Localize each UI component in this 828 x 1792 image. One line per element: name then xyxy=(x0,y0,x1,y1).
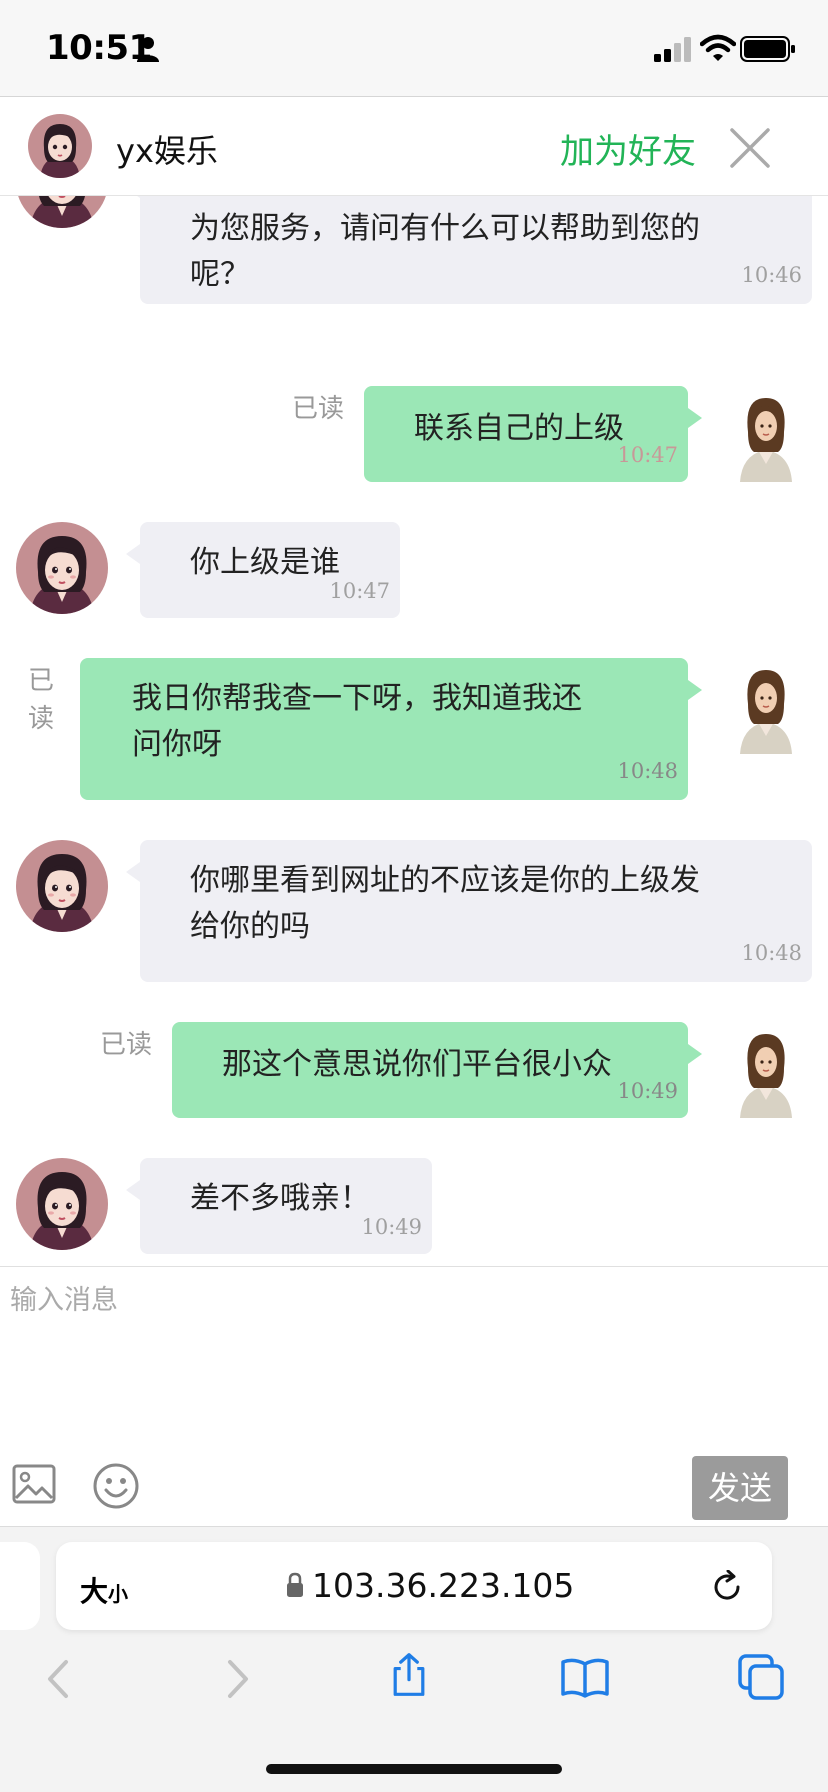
person-icon xyxy=(137,37,159,62)
user-avatar xyxy=(734,392,798,483)
message-bubble-right[interactable]: 那这个意思说你们平台很小众 10:49 xyxy=(172,1022,702,1118)
tabs-icon[interactable] xyxy=(736,1652,786,1702)
message-text: 呢？ xyxy=(190,257,250,292)
image-icon[interactable] xyxy=(12,1464,56,1504)
user-avatar xyxy=(734,664,798,755)
text-size-button[interactable]: 大小 xyxy=(80,1570,128,1610)
close-icon[interactable] xyxy=(728,126,772,170)
avatar-illustration-icon xyxy=(28,114,92,178)
message-time: 10:49 xyxy=(361,1215,422,1239)
bookmarks-icon[interactable] xyxy=(560,1654,610,1700)
message-text: 为您服务，请问有什么可以帮助到您的 xyxy=(190,211,700,246)
message-text: 我日你帮我查一下呀，我知道我还 xyxy=(132,681,582,716)
message-time: 10:47 xyxy=(329,579,390,603)
lock-icon xyxy=(287,1572,303,1597)
message-bubble-left[interactable]: 为您服务，请问有什么可以帮助到您的 呢？ 10:46 xyxy=(126,196,812,304)
back-icon[interactable] xyxy=(36,1656,82,1702)
agent-avatar xyxy=(16,1158,108,1250)
message-time: 10:49 xyxy=(617,1079,678,1103)
wifi-icon xyxy=(700,34,736,61)
message-time: 10:48 xyxy=(617,759,678,783)
url-text[interactable]: 103.36.223.105 xyxy=(312,1566,574,1605)
home-indicator[interactable] xyxy=(266,1764,562,1774)
reload-icon[interactable] xyxy=(710,1570,744,1604)
contact-avatar[interactable] xyxy=(28,114,92,178)
text-size-small: 小 xyxy=(108,1582,129,1606)
agent-avatar xyxy=(16,196,108,228)
message-bubble-left[interactable]: 差不多哦亲！ 10:49 xyxy=(126,1158,432,1254)
text-size-big: 大 xyxy=(80,1575,109,1608)
message-time: 10:47 xyxy=(617,443,678,467)
message-text: 你上级是谁 xyxy=(190,545,340,580)
forward-icon[interactable] xyxy=(214,1656,260,1702)
message-bubble-right[interactable]: 联系自己的上级 10:47 xyxy=(364,386,702,482)
emoji-icon[interactable] xyxy=(92,1462,140,1510)
message-list[interactable]: 为您服务，请问有什么可以帮助到您的 呢？ 10:46 已读 联系自己的上级 10… xyxy=(0,196,828,1266)
read-receipt: 已读 xyxy=(100,1030,153,1060)
cellular-signal-icon xyxy=(654,37,691,62)
message-text: 那这个意思说你们平台很小众 xyxy=(222,1047,612,1082)
chat-title: yx娱乐 xyxy=(116,132,218,170)
message-text: 给你的吗 xyxy=(190,909,310,944)
message-bubble-left[interactable]: 你哪里看到网址的不应该是你的上级发 给你的吗 10:48 xyxy=(126,840,812,982)
message-time: 10:48 xyxy=(741,941,802,965)
read-receipt: 已读 xyxy=(28,666,55,734)
user-avatar xyxy=(734,1028,798,1119)
agent-avatar xyxy=(16,522,108,614)
message-input[interactable]: 输入消息 xyxy=(10,1278,118,1317)
message-bubble-left[interactable]: 你上级是谁 10:47 xyxy=(126,522,400,618)
battery-icon xyxy=(740,36,795,62)
send-button[interactable]: 发送 xyxy=(692,1456,788,1520)
message-text: 问你呀 xyxy=(132,727,222,762)
agent-avatar xyxy=(16,840,108,932)
message-text: 你哪里看到网址的不应该是你的上级发 xyxy=(190,863,700,898)
message-text: 联系自己的上级 xyxy=(414,411,624,446)
read-receipt: 已读 xyxy=(292,394,345,424)
message-time: 10:46 xyxy=(741,263,802,287)
message-text: 差不多哦亲！ xyxy=(190,1181,370,1216)
message-bubble-right[interactable]: 我日你帮我查一下呀，我知道我还 问你呀 10:48 xyxy=(80,658,702,800)
share-icon[interactable] xyxy=(386,1652,432,1698)
add-friend-button[interactable]: 加为好友 xyxy=(560,124,696,173)
previous-tab-peek[interactable] xyxy=(0,1542,40,1630)
